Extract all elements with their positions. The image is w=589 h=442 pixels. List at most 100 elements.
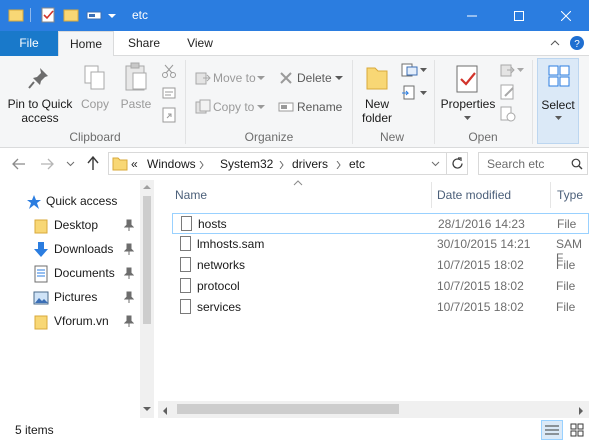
file-date: 28/1/2016 14:23	[438, 217, 525, 231]
new-item-icon[interactable]	[401, 62, 419, 78]
copy-path-icon[interactable]	[162, 86, 176, 100]
column-divider[interactable]	[431, 182, 432, 208]
status-bar	[0, 418, 589, 442]
folder-icon	[112, 157, 128, 171]
nav-item-documents[interactable]: Documents	[0, 263, 140, 285]
close-button[interactable]	[543, 0, 589, 31]
edit-icon[interactable]	[500, 84, 516, 100]
chevron-down-icon[interactable]	[517, 68, 524, 73]
copy-to-button[interactable]: Copy to	[193, 97, 267, 117]
file-row-networks[interactable]: networks 10/7/2015 18:02 File	[172, 255, 589, 276]
pin-icon[interactable]	[124, 267, 134, 279]
minimize-ribbon-icon[interactable]	[550, 39, 560, 47]
file-row-lmhosts[interactable]: lmhosts.sam 30/10/2015 14:21 SAM F	[172, 234, 589, 265]
column-header-date[interactable]: Date modified	[437, 188, 511, 202]
search-box[interactable]: Search etc	[478, 152, 588, 175]
pin-icon[interactable]	[124, 315, 134, 327]
file-row-protocol[interactable]: protocol 10/7/2015 18:02 File	[172, 276, 589, 297]
file-row-services[interactable]: services 10/7/2015 18:02 File	[172, 297, 589, 318]
nav-item-desktop[interactable]: Desktop	[0, 215, 140, 237]
column-divider[interactable]	[550, 182, 551, 208]
properties-quick-icon[interactable]	[40, 7, 56, 23]
open-icon[interactable]	[500, 62, 516, 78]
breadcrumb-chevron-icon[interactable]	[336, 161, 341, 169]
scroll-thumb[interactable]	[143, 196, 151, 324]
cut-icon[interactable]	[162, 64, 176, 78]
paste-shortcut-icon[interactable]	[162, 107, 176, 123]
select-label: Select	[541, 98, 575, 112]
new-folder-quick-icon[interactable]	[63, 7, 79, 23]
title-bar[interactable]: etc	[0, 0, 589, 31]
tab-view[interactable]: View	[176, 31, 224, 56]
address-bar[interactable]: « Windows System32 drivers etc	[108, 152, 468, 175]
item-count: 5 items	[15, 423, 54, 437]
recent-locations-chevron-icon[interactable]	[66, 161, 75, 167]
breadcrumb-chevron-icon[interactable]	[279, 161, 284, 169]
navigation-pane: Quick access Desktop Downloads Documents…	[0, 180, 155, 418]
up-arrow-icon[interactable]	[86, 156, 100, 171]
nav-item-quick-access[interactable]: Quick access	[0, 191, 140, 213]
details-view-button[interactable]	[541, 420, 563, 440]
maximize-button[interactable]	[496, 0, 542, 31]
nav-item-pictures[interactable]: Pictures	[0, 287, 140, 309]
pin-icon[interactable]	[124, 291, 134, 303]
column-header-name[interactable]: Name	[175, 188, 207, 202]
large-icons-view-button[interactable]	[566, 420, 588, 440]
breadcrumb-system32[interactable]: System32	[220, 157, 273, 171]
nav-item-downloads[interactable]: Downloads	[0, 239, 140, 261]
tab-share[interactable]: Share	[120, 31, 168, 56]
breadcrumb-etc[interactable]: etc	[349, 157, 365, 171]
tab-home[interactable]: Home	[58, 31, 114, 57]
move-to-button[interactable]: Move to	[193, 68, 267, 88]
file-type: File	[556, 279, 576, 293]
address-dropdown-icon[interactable]	[431, 161, 440, 167]
refresh-icon[interactable]	[451, 157, 464, 170]
chevron-down-icon[interactable]	[420, 91, 427, 96]
nav-item-vforum[interactable]: Vforum.vn	[0, 311, 140, 333]
file-date: 30/10/2015 14:21	[437, 237, 531, 251]
file-icon	[181, 216, 192, 231]
pin-icon[interactable]	[124, 243, 134, 255]
chevron-down-icon[interactable]	[420, 68, 427, 73]
scroll-right-icon[interactable]	[579, 407, 584, 415]
tab-file[interactable]: File	[0, 31, 58, 56]
file-type: File	[556, 300, 576, 314]
history-icon[interactable]	[500, 106, 516, 122]
rename-quick-icon[interactable]	[86, 7, 104, 23]
properties-button[interactable]: Properties	[440, 60, 496, 126]
breadcrumb-overflow[interactable]: «	[131, 157, 138, 171]
rename-button[interactable]: Rename	[277, 97, 345, 117]
customize-toolbar-dropdown-icon[interactable]	[107, 7, 117, 23]
nav-label: Downloads	[54, 242, 114, 256]
breadcrumb-drivers[interactable]: drivers	[292, 157, 328, 171]
pin-icon[interactable]	[124, 219, 134, 231]
help-icon[interactable]: ?	[569, 35, 585, 51]
nav-label: Desktop	[54, 218, 99, 232]
paste-button[interactable]: Paste	[118, 60, 154, 126]
file-row-hosts[interactable]: hosts 28/1/2016 14:23 File	[172, 213, 589, 234]
minimize-button[interactable]	[449, 0, 495, 31]
scroll-up-icon[interactable]	[143, 184, 151, 189]
copy-icon	[84, 65, 105, 90]
scroll-down-icon[interactable]	[143, 407, 151, 412]
delete-button[interactable]: Delete	[277, 68, 345, 88]
column-header-type[interactable]: Type	[557, 188, 583, 202]
move-to-label: Move to	[213, 71, 256, 85]
breadcrumb-windows[interactable]: Windows	[147, 157, 196, 171]
pin-to-quick-access-button[interactable]: Pin to Quick access	[4, 60, 74, 126]
file-name: hosts	[198, 217, 227, 231]
back-arrow-icon[interactable]	[12, 157, 26, 171]
nav-pane-scrollbar[interactable]	[140, 180, 154, 418]
file-icon	[180, 257, 191, 272]
scroll-left-icon[interactable]	[162, 407, 167, 415]
forward-arrow-icon[interactable]	[40, 157, 54, 171]
paste-icon	[125, 62, 147, 91]
folder-icon	[34, 315, 48, 330]
easy-access-icon[interactable]	[401, 85, 419, 101]
select-button[interactable]: Select	[537, 58, 579, 144]
horizontal-scroll-thumb[interactable]	[177, 404, 399, 414]
breadcrumb-chevron-icon[interactable]	[199, 161, 204, 169]
group-divider	[185, 60, 186, 144]
new-folder-button[interactable]: New folder	[358, 60, 396, 126]
copy-button[interactable]: Copy	[78, 60, 112, 126]
